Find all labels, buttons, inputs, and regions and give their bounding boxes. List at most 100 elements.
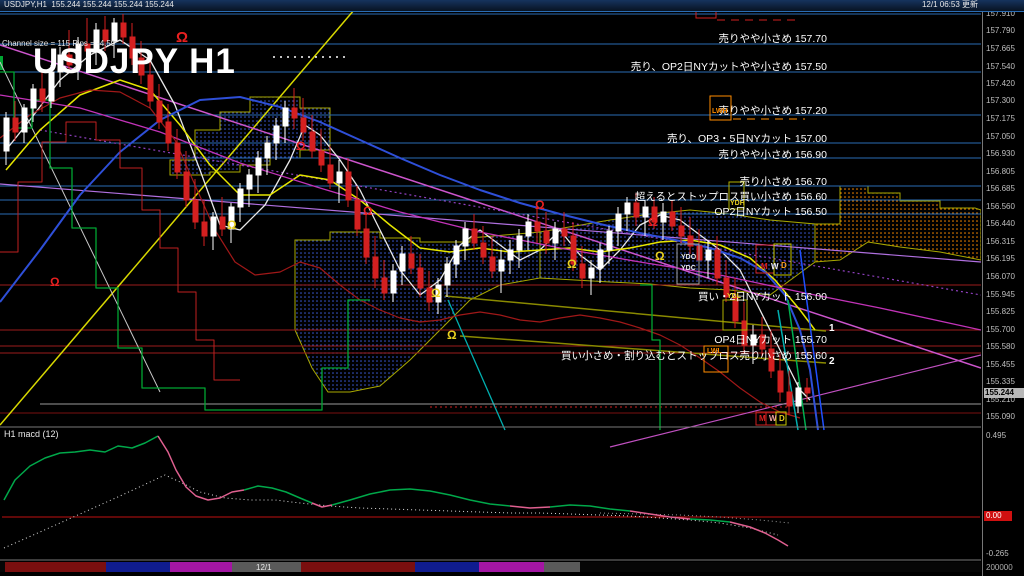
candle-body <box>462 228 469 247</box>
candle-body <box>372 256 379 279</box>
session-color-bar[interactable] <box>0 562 981 572</box>
price-axis[interactable]: 157.910 157.790 157.665 157.540 157.420 157.3… <box>982 0 1024 576</box>
level-label-m: M <box>759 414 766 423</box>
axis-label: 0.495 <box>986 431 1007 440</box>
axis-label: 157.175 <box>986 114 1015 123</box>
candle-body <box>444 263 451 286</box>
omega-marker: Ω <box>447 328 457 342</box>
order-annotation: 売りやや小さめ 157.70 <box>718 33 827 45</box>
candle-body <box>282 107 289 127</box>
mt4-chart-window: USDJPY,H1 155.244 155.244 155.244 155.24… <box>0 0 1024 576</box>
candle-body <box>156 100 163 123</box>
candle-body <box>408 253 415 269</box>
macd-signal-dotted <box>599 512 791 524</box>
candle-body <box>201 221 208 237</box>
macd-line-segment <box>157 435 245 501</box>
axis-label: -0.265 <box>986 549 1009 558</box>
level-label-ydh: YDH <box>730 200 745 207</box>
axis-label: 157.665 <box>986 44 1015 53</box>
candle-body <box>543 230 550 244</box>
candle-body <box>327 164 334 184</box>
axis-label: 155.335 <box>986 377 1015 386</box>
chart-header-bar: USDJPY,H1 155.244 155.244 155.244 155.24… <box>0 0 1024 12</box>
macd-line-segment <box>629 510 691 520</box>
candle-body <box>381 277 388 294</box>
candle-body <box>3 117 10 152</box>
level-label-ydl: YDL <box>727 293 741 300</box>
omega-marker: Ω <box>50 275 60 289</box>
omega-marker: Ω <box>227 218 237 232</box>
candle-body <box>30 88 37 109</box>
candle-body <box>219 216 226 230</box>
macd-line-segment <box>729 521 789 547</box>
axis-label: 155.455 <box>986 360 1015 369</box>
session-segment <box>479 562 544 572</box>
candle-body <box>120 22 127 38</box>
omega-marker: Ω <box>535 198 545 212</box>
candle-body <box>417 267 424 289</box>
level-label-d: D <box>781 261 787 270</box>
order-annotation: 買い小さめ・割り込むとストップロス売り小さめ 155.60 <box>560 350 827 362</box>
candle-body <box>615 213 622 232</box>
candle-body <box>255 157 262 176</box>
candle-body <box>291 107 298 119</box>
candle-body <box>453 245 460 265</box>
candle-body <box>498 259 505 272</box>
indicator-label: H1 macd (12) <box>4 429 59 439</box>
axis-label: 155.945 <box>986 290 1015 299</box>
level-label-ydo: YDO <box>681 254 697 261</box>
order-annotation: OP4日NYカット 155.70 <box>714 334 827 346</box>
session-segment <box>544 562 580 572</box>
session-segment <box>106 562 170 572</box>
candle-body <box>534 221 541 232</box>
candle-body <box>714 249 721 279</box>
level-label-2: 2 <box>829 356 835 367</box>
candle-body <box>660 211 667 223</box>
axis-label: 155.825 <box>986 307 1015 316</box>
current-price-tag: 155.244 <box>984 388 1024 398</box>
macd-zero-tag: 0.00 <box>984 511 1012 521</box>
level-label-w: W <box>769 414 777 423</box>
candle-body <box>489 256 496 272</box>
axis-label: 157.540 <box>986 62 1015 71</box>
session-segment <box>5 562 106 572</box>
candle-body <box>309 131 316 152</box>
candle-body <box>525 221 532 237</box>
axis-label: 157.790 <box>986 26 1015 35</box>
candle-body <box>246 174 253 190</box>
omega-marker: Ω <box>655 249 665 263</box>
session-segment <box>170 562 232 572</box>
macd-line-segment <box>3 435 159 501</box>
cyan-line <box>447 299 506 431</box>
candle-body <box>174 142 181 173</box>
candle-body <box>318 150 325 166</box>
axis-label: 156.070 <box>986 272 1015 281</box>
candle-body <box>561 228 568 237</box>
axis-label: 156.315 <box>986 237 1015 246</box>
time-axis-date: 12/1 <box>256 563 272 572</box>
candle-body <box>300 117 307 133</box>
candle-body <box>777 370 784 393</box>
candle-body <box>669 211 676 227</box>
candle-body <box>273 125 280 144</box>
axis-label: 156.930 <box>986 149 1015 158</box>
chart-watermark-title: USDJPY H1 <box>33 42 236 81</box>
level-label-m: M <box>761 262 768 271</box>
candle-body <box>588 267 595 279</box>
volume-label: 200000 <box>986 563 1013 572</box>
macd-panel <box>0 426 981 561</box>
axis-label: 155.090 <box>986 412 1015 421</box>
macd-line-segment <box>331 488 511 507</box>
candle-body <box>516 235 523 251</box>
level-label-lwl: LWL <box>707 348 722 355</box>
chart-canvas[interactable] <box>0 0 981 576</box>
level-label-ydc: YDC <box>681 265 696 272</box>
level-label-lwh: LWH <box>712 108 728 115</box>
candle-body <box>795 387 802 407</box>
candle-body <box>12 117 19 133</box>
axis-label: 157.300 <box>986 96 1015 105</box>
order-annotation: 買い・2日NYカット 156.00 <box>698 291 827 303</box>
candle-body <box>354 199 361 230</box>
axis-label: 156.195 <box>986 254 1015 263</box>
level-label-1: 1 <box>829 323 835 334</box>
